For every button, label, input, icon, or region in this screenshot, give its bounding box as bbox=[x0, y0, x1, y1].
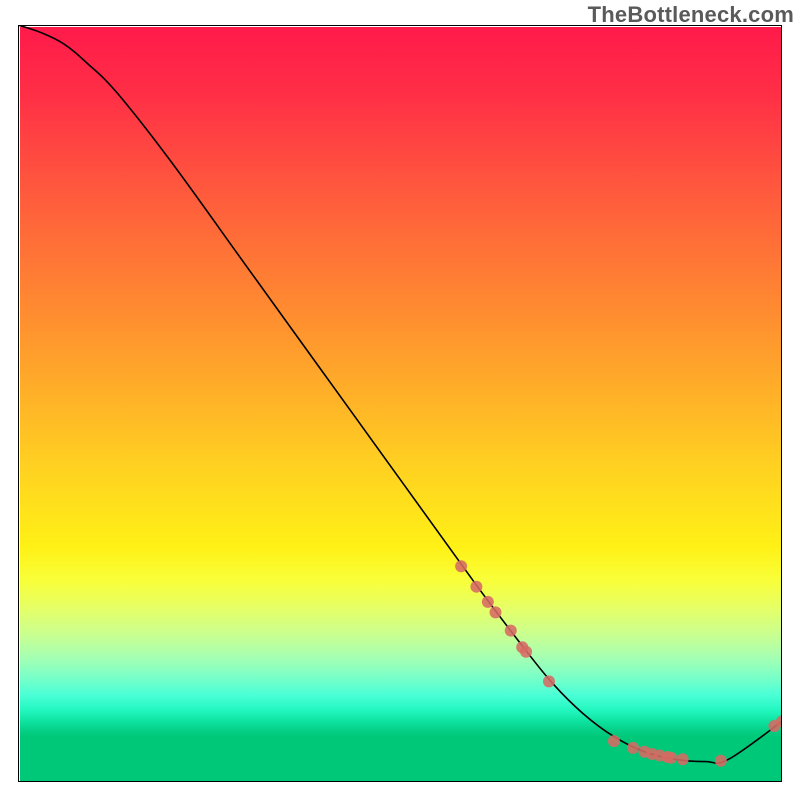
main-curve bbox=[18, 25, 782, 763]
data-point bbox=[505, 625, 517, 637]
data-point bbox=[665, 752, 677, 764]
chart-container: TheBottleneck.com bbox=[0, 0, 800, 800]
data-point bbox=[627, 742, 639, 754]
data-point bbox=[715, 755, 727, 767]
data-markers bbox=[455, 560, 782, 767]
data-point bbox=[490, 606, 502, 618]
plot-area bbox=[18, 25, 782, 782]
data-point bbox=[677, 753, 689, 765]
data-point bbox=[455, 560, 467, 572]
data-point bbox=[470, 581, 482, 593]
data-point bbox=[520, 646, 532, 658]
chart-svg bbox=[18, 25, 782, 782]
watermark-text: TheBottleneck.com bbox=[588, 2, 794, 28]
data-point bbox=[543, 675, 555, 687]
data-point bbox=[608, 735, 620, 747]
data-point bbox=[482, 596, 494, 608]
